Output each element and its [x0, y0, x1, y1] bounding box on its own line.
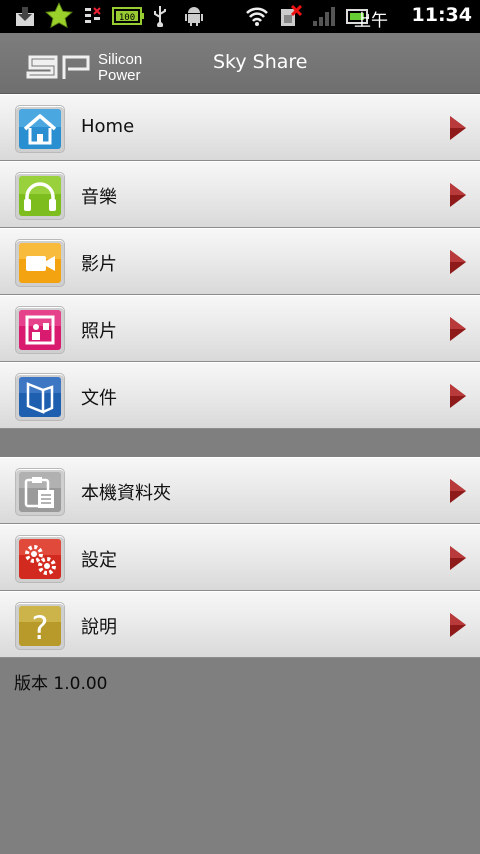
svg-text:Power: Power — [98, 67, 141, 83]
menu-item-settings[interactable]: 設定 — [0, 524, 480, 591]
svg-text:?: ? — [32, 609, 49, 646]
menu-label-photo: 照片 — [81, 321, 117, 342]
menu-label-help: 說明 — [81, 617, 117, 638]
folder-icon — [15, 373, 65, 421]
menu-label-documents: 文件 — [81, 388, 117, 409]
android-icon — [185, 7, 203, 26]
menu-item-local-folder[interactable]: 本機資料夾 — [0, 457, 480, 524]
app-header: Silicon Power Sky Share — [0, 33, 480, 94]
chevron-right-icon — [450, 183, 466, 207]
signal-off-icon — [85, 7, 101, 23]
star-icon — [45, 2, 73, 29]
svg-text:Silicon: Silicon — [98, 51, 142, 68]
home-icon — [15, 105, 65, 153]
chevron-right-icon — [450, 317, 466, 341]
menu-label-settings: 設定 — [81, 550, 117, 571]
status-ampm: 上午 — [354, 11, 388, 31]
tools-menu: 本機資料夾 設定 ? 說明 — [0, 457, 480, 658]
chevron-right-icon — [450, 116, 466, 140]
gears-icon — [15, 535, 65, 583]
media-menu: Home 音樂 影片 照片 文件 — [0, 94, 480, 429]
usb-icon — [154, 6, 166, 27]
clipboard-icon — [15, 468, 65, 516]
photo-icon — [15, 306, 65, 354]
app-title: Sky Share — [213, 51, 308, 73]
menu-label-home: Home — [81, 116, 135, 137]
video-camera-icon — [15, 239, 65, 287]
help-icon: ? — [15, 602, 65, 650]
menu-item-video[interactable]: 影片 — [0, 228, 480, 295]
wifi-icon — [246, 7, 268, 26]
sim-error-icon — [281, 5, 303, 26]
status-time: 11:34 — [411, 4, 472, 26]
menu-item-help[interactable]: ? 說明 — [0, 591, 480, 658]
battery-indicator-icon: 100 — [112, 7, 144, 25]
menu-label-music: 音樂 — [81, 187, 117, 208]
chevron-right-icon — [450, 613, 466, 637]
chevron-right-icon — [450, 479, 466, 503]
download-icon — [16, 7, 34, 26]
menu-label-video: 影片 — [81, 254, 117, 275]
menu-label-local-folder: 本機資料夾 — [81, 483, 171, 504]
menu-item-home[interactable]: Home — [0, 94, 480, 161]
menu-item-photo[interactable]: 照片 — [0, 295, 480, 362]
status-bar: 100 上午 11:34 — [0, 0, 480, 33]
silicon-power-logo: Silicon Power — [26, 51, 142, 83]
svg-text:100: 100 — [119, 13, 135, 23]
chevron-right-icon — [450, 384, 466, 408]
cell-signal-icon — [313, 7, 335, 26]
menu-item-documents[interactable]: 文件 — [0, 362, 480, 429]
chevron-right-icon — [450, 546, 466, 570]
headphones-icon — [15, 172, 65, 220]
chevron-right-icon — [450, 250, 466, 274]
version-label: 版本 1.0.00 — [14, 674, 108, 694]
menu-item-music[interactable]: 音樂 — [0, 161, 480, 228]
